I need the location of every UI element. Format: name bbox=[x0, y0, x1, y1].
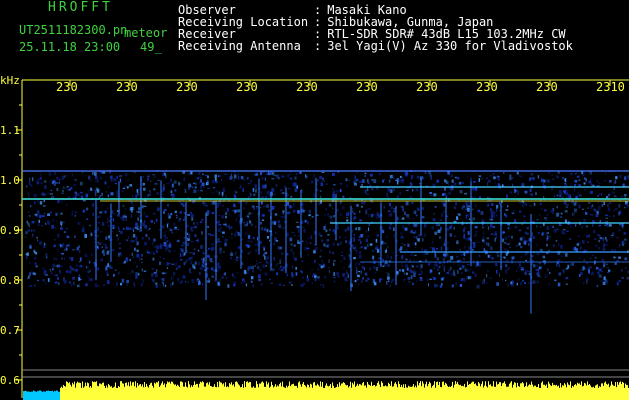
x-tick-label: 230 bbox=[296, 80, 318, 94]
x-tick-label: 2310 bbox=[596, 80, 625, 94]
y-tick-label: 0.8 bbox=[0, 274, 20, 287]
y-tick-label: 1.0 bbox=[0, 174, 20, 187]
x-tick-label: 230 bbox=[476, 80, 498, 94]
x-tick-label: 230 bbox=[416, 80, 438, 94]
signal-band bbox=[24, 170, 629, 314]
x-tick-label: 230 bbox=[356, 80, 378, 94]
x-tick-label: 230 bbox=[56, 80, 78, 94]
y-tick-label: 0.6 bbox=[0, 374, 20, 387]
y-tick-label: 0.7 bbox=[0, 324, 20, 337]
x-tick-label: 230 bbox=[176, 80, 198, 94]
spectrogram: kHz 1.1 1.0 0.9 0.8 0.7 0.6 230 230 230 230 230 230 2… bbox=[0, 74, 629, 400]
y-tick-label: 1.1 bbox=[0, 124, 20, 137]
x-tick-label: 230 bbox=[116, 80, 138, 94]
x-tick-label: 230 bbox=[536, 80, 558, 94]
y-axis-unit: kHz bbox=[0, 74, 20, 87]
level-bars bbox=[23, 381, 629, 400]
x-tick-label: 230 bbox=[236, 80, 258, 94]
y-tick-label: 0.9 bbox=[0, 224, 20, 237]
